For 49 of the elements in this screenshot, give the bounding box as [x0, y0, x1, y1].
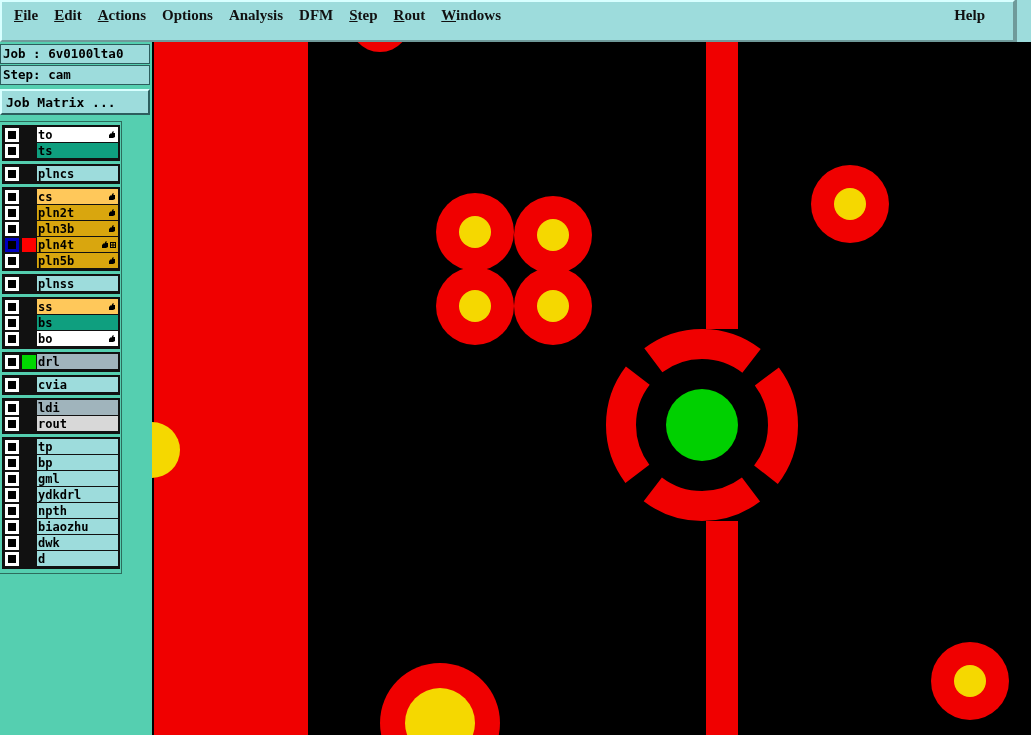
- menu-item[interactable]: Rout: [393, 7, 426, 24]
- layer-name[interactable]: plncs: [37, 166, 118, 181]
- menu-item[interactable]: Windows: [441, 7, 502, 24]
- layer-name[interactable]: drl: [37, 354, 118, 369]
- menu-item[interactable]: Options: [162, 7, 213, 24]
- layer-name[interactable]: gml: [37, 471, 118, 486]
- layer-name[interactable]: cvia: [37, 377, 118, 392]
- menu-item[interactable]: Help: [954, 7, 985, 24]
- hand-icon: [108, 256, 116, 265]
- hand-icon: [108, 334, 116, 343]
- layer-name[interactable]: to: [37, 127, 118, 142]
- layer-name[interactable]: bo: [37, 331, 118, 346]
- layer-checkbox[interactable]: [5, 238, 19, 252]
- menu-item[interactable]: Edit: [54, 7, 82, 24]
- menu-item[interactable]: Actions: [97, 7, 147, 24]
- layer-name[interactable]: bp: [37, 455, 118, 470]
- job-matrix-button[interactable]: Job Matrix ...: [0, 89, 150, 115]
- layer-name[interactable]: ydkdrl: [37, 487, 118, 502]
- hand-icon: [108, 192, 116, 201]
- layer-name[interactable]: ts: [37, 143, 118, 158]
- layer-name[interactable]: rout: [37, 416, 118, 431]
- layer-name[interactable]: pln4t: [37, 237, 118, 252]
- drill-pad: [152, 422, 180, 478]
- grid-icon: [110, 241, 116, 248]
- pad: [357, 42, 403, 52]
- layer-name[interactable]: plnss: [37, 276, 118, 291]
- hand-icon: [108, 224, 116, 233]
- job-label: Job : 6v0100lta0: [0, 44, 150, 64]
- layer-name[interactable]: bs: [37, 315, 118, 330]
- hand-icon: [108, 130, 116, 139]
- layer-name[interactable]: pln3b: [37, 221, 118, 236]
- layer-name[interactable]: ldi: [37, 400, 118, 415]
- menu-item[interactable]: File: [14, 7, 39, 24]
- hand-icon: [108, 302, 116, 311]
- menu-item[interactable]: Analysis: [228, 7, 284, 24]
- menu-item[interactable]: Step: [349, 7, 378, 24]
- layer-name[interactable]: d: [37, 551, 118, 566]
- layer-name[interactable]: cs: [37, 189, 118, 204]
- layer-name[interactable]: biaozhu: [37, 519, 118, 534]
- hand-icon: [108, 208, 116, 217]
- menu-item[interactable]: DFM: [299, 7, 334, 24]
- layer-name[interactable]: pln5b: [37, 253, 118, 268]
- layer-name[interactable]: dwk: [37, 535, 118, 550]
- layer-name[interactable]: pln2t: [37, 205, 118, 220]
- step-label: Step: cam: [0, 65, 150, 85]
- layer-name[interactable]: ss: [37, 299, 118, 314]
- layer-name[interactable]: tp: [37, 439, 118, 454]
- layer-name[interactable]: npth: [37, 503, 118, 518]
- hand-icon: [101, 240, 109, 249]
